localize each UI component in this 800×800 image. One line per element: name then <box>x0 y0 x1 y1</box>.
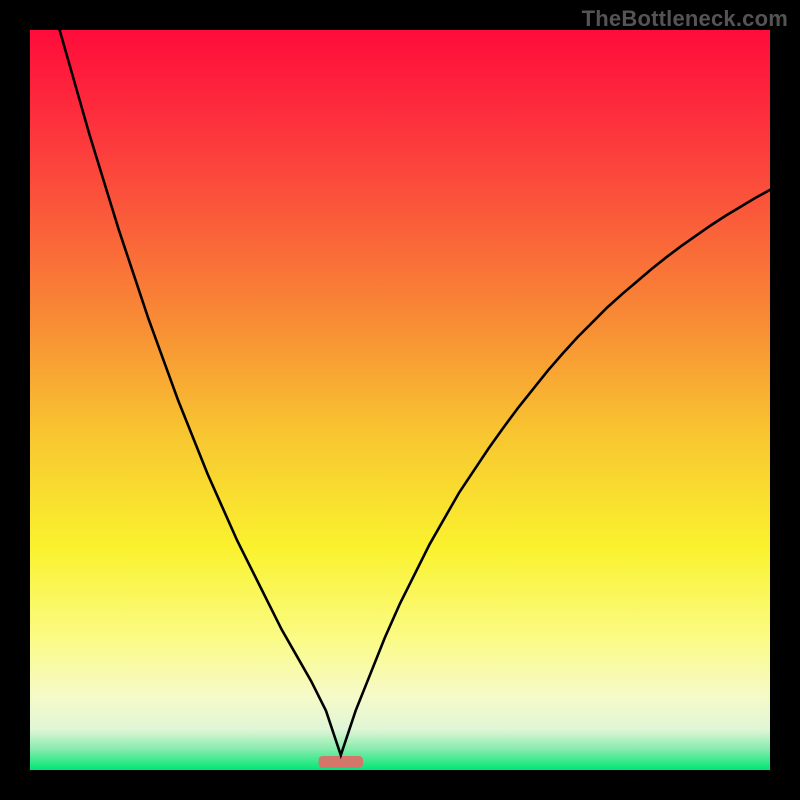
plot-area <box>30 30 770 770</box>
gradient-background <box>30 30 770 770</box>
watermark-text: TheBottleneck.com <box>582 6 788 32</box>
chart-frame: TheBottleneck.com <box>0 0 800 800</box>
bottleneck-chart <box>30 30 770 770</box>
